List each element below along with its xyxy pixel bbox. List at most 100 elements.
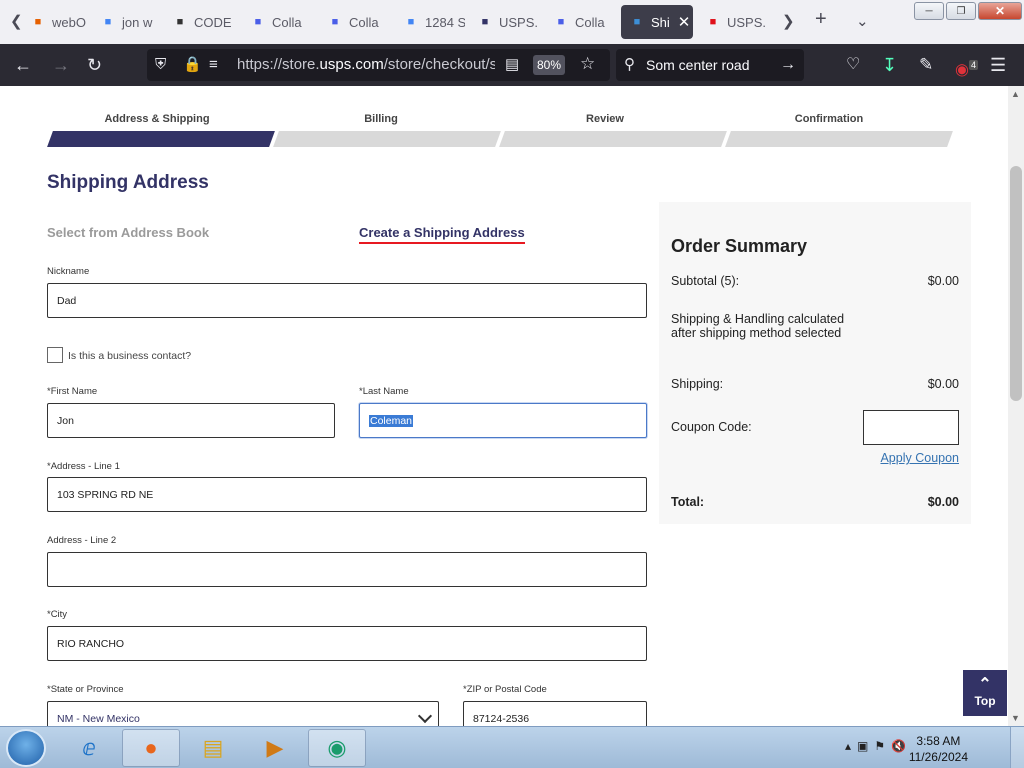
browser-tab[interactable]: ■ Colla bbox=[327, 5, 389, 39]
tab-scroll-left-icon[interactable]: ❮ bbox=[10, 12, 23, 30]
show-hidden-icons-icon[interactable]: ▴ bbox=[845, 739, 851, 753]
firefox-icon[interactable]: ● bbox=[122, 729, 180, 767]
tab-address-book[interactable]: Select from Address Book bbox=[47, 225, 209, 240]
tab-title: Shi bbox=[651, 14, 670, 30]
close-tab-icon[interactable]: ✕ bbox=[678, 13, 691, 31]
lock-icon[interactable]: 🔒 bbox=[183, 54, 202, 76]
search-bar[interactable]: ⚲ Som center road → bbox=[616, 49, 804, 81]
back-icon[interactable]: ← bbox=[14, 54, 32, 76]
hamburger-menu-icon[interactable]: ☰ bbox=[990, 54, 1006, 76]
volume-muted-icon[interactable]: 🔇 bbox=[891, 739, 906, 753]
business-contact-label: Is this a business contact? bbox=[68, 350, 192, 362]
internet-explorer-icon[interactable]: ⅇ bbox=[60, 729, 118, 767]
page-scrollbar[interactable]: ▲ ▼ bbox=[1008, 86, 1024, 726]
file-explorer-icon[interactable]: ▤ bbox=[184, 729, 242, 767]
alert-icon: ■ bbox=[709, 16, 717, 28]
city-field[interactable]: RIO RANCHO bbox=[47, 626, 647, 661]
extension-badge: 4 bbox=[968, 60, 978, 70]
search-text[interactable]: Som center road bbox=[646, 57, 750, 73]
browser-tab[interactable]: ■ jon w bbox=[100, 5, 162, 39]
address-line1-field[interactable]: 103 SPRING RD NE bbox=[47, 477, 647, 512]
tab-title: Colla bbox=[575, 14, 605, 30]
address-line2-field[interactable] bbox=[47, 552, 647, 587]
search-tab-icon: ■ bbox=[557, 16, 565, 28]
order-summary: Order Summary Subtotal (5): $0.00 Shippin… bbox=[659, 202, 971, 524]
browser-tab[interactable]: ■ Colla bbox=[250, 5, 312, 39]
tab-create-address[interactable]: Create a Shipping Address bbox=[359, 225, 525, 244]
browser-tab[interactable]: ■ Colla bbox=[553, 5, 615, 39]
scroll-down-icon[interactable]: ▼ bbox=[1011, 713, 1020, 723]
url-bar[interactable]: ⛨ 🔒 ≡ https://store.usps.com/store/check… bbox=[147, 49, 610, 81]
shipping-value: $0.00 bbox=[927, 377, 959, 391]
state-value: NM - New Mexico bbox=[57, 712, 140, 725]
window-controls: ─ ❐ ✕ bbox=[914, 2, 1022, 20]
state-select[interactable]: NM - New Mexico bbox=[47, 701, 439, 726]
scrollbar-thumb[interactable] bbox=[1010, 166, 1022, 401]
downloads-icon[interactable]: ↧ bbox=[882, 54, 897, 76]
reload-icon[interactable]: ↻ bbox=[87, 54, 102, 76]
url-text[interactable]: https://store.usps.com/store/checkout/sh… bbox=[237, 56, 495, 73]
city-label: *City bbox=[47, 609, 68, 620]
step-review: Review bbox=[586, 113, 624, 125]
taskbar-clock[interactable]: 3:58 AM 11/26/2024 bbox=[909, 733, 968, 765]
browser-tab[interactable]: ■ CODE bbox=[172, 5, 234, 39]
back-to-top-button[interactable]: ⌃ Top bbox=[963, 670, 1007, 716]
step-billing: Billing bbox=[364, 113, 398, 125]
step-bar bbox=[273, 131, 501, 147]
reader-view-icon[interactable]: ▤ bbox=[505, 54, 519, 76]
start-button[interactable] bbox=[6, 729, 46, 767]
tab-scroll-right-icon[interactable]: ❯ bbox=[782, 12, 795, 30]
browser-tab[interactable]: ■ USPS. bbox=[477, 5, 539, 39]
zoom-indicator[interactable]: 80% bbox=[533, 55, 565, 75]
browser-tab[interactable]: ■ 1284 S bbox=[403, 5, 465, 39]
list-all-tabs-icon[interactable]: ⌄ bbox=[856, 12, 869, 30]
last-name-field[interactable]: Coleman bbox=[359, 403, 647, 438]
coupon-code-input[interactable] bbox=[863, 410, 959, 445]
apply-coupon-link[interactable]: Apply Coupon bbox=[880, 451, 959, 465]
order-summary-title: Order Summary bbox=[671, 236, 808, 256]
page-title: Shipping Address bbox=[47, 172, 209, 193]
app-icon[interactable]: ◉ bbox=[308, 729, 366, 767]
ublock-icon[interactable]: ◉ 4 bbox=[955, 54, 978, 81]
action-center-flag-icon[interactable]: ⚑ bbox=[874, 739, 885, 753]
nickname-field[interactable]: Dad bbox=[47, 283, 647, 318]
browser-tab[interactable]: ■ webO bbox=[30, 5, 92, 39]
show-desktop-button[interactable] bbox=[1010, 727, 1024, 768]
business-contact-checkbox[interactable] bbox=[47, 347, 63, 363]
search-go-icon[interactable]: → bbox=[780, 54, 796, 76]
close-window-button[interactable]: ✕ bbox=[978, 2, 1022, 20]
first-name-field[interactable]: Jon bbox=[47, 403, 335, 438]
network-icon[interactable]: ▣ bbox=[857, 739, 868, 753]
windows-taskbar: ⅇ ● ▤ ▶ ◉ ▴ ▣ ⚑ 🔇 3:58 AM 11/26/2024 bbox=[0, 726, 1024, 768]
media-player-icon[interactable]: ▶ bbox=[246, 729, 304, 767]
tab-active[interactable]: ■ Shi ✕ bbox=[621, 5, 693, 39]
tab-strip: ❮ ■ webO ■ jon w ■ CODE ■ Colla ■ Colla ■ 1284 S ■ US… bbox=[0, 0, 1024, 44]
system-tray: ▴ ▣ ⚑ 🔇 bbox=[845, 739, 906, 753]
minimize-button[interactable]: ─ bbox=[914, 2, 944, 20]
step-bar-active bbox=[47, 131, 275, 147]
step-bar bbox=[725, 131, 953, 147]
forward-icon[interactable]: → bbox=[52, 54, 70, 76]
shield-icon[interactable]: ⛨ bbox=[155, 54, 166, 76]
restore-button[interactable]: ❐ bbox=[946, 2, 976, 20]
tab-title: USPS. bbox=[499, 14, 539, 30]
new-tab-icon[interactable]: + bbox=[815, 8, 827, 31]
first-name-label: *First Name bbox=[47, 386, 98, 397]
address-line1-label: *Address - Line 1 bbox=[47, 461, 120, 472]
webo-icon: ■ bbox=[34, 16, 42, 28]
zip-label: *ZIP or Postal Code bbox=[463, 684, 547, 695]
tab-title: jon w bbox=[122, 14, 153, 30]
browser-tab[interactable]: ■ USPS. bbox=[705, 5, 767, 39]
state-label: *State or Province bbox=[47, 684, 124, 695]
total-row: Total: $0.00 bbox=[671, 495, 959, 509]
usps-ship-icon: ■ bbox=[633, 16, 641, 28]
shipping-label: Shipping: bbox=[671, 377, 724, 391]
scroll-up-icon[interactable]: ▲ bbox=[1011, 89, 1020, 99]
bookmark-star-icon[interactable]: ☆ bbox=[580, 53, 595, 75]
zip-field[interactable]: 87124-2536 bbox=[463, 701, 647, 726]
permissions-icon[interactable]: ≡ bbox=[209, 54, 218, 76]
pocket-icon[interactable]: ♡ bbox=[846, 54, 860, 76]
extensions-icon[interactable]: ✎ bbox=[919, 54, 933, 76]
clock-time: 3:58 AM bbox=[916, 734, 961, 748]
shipping-note-line2: after shipping method selected bbox=[671, 326, 842, 340]
